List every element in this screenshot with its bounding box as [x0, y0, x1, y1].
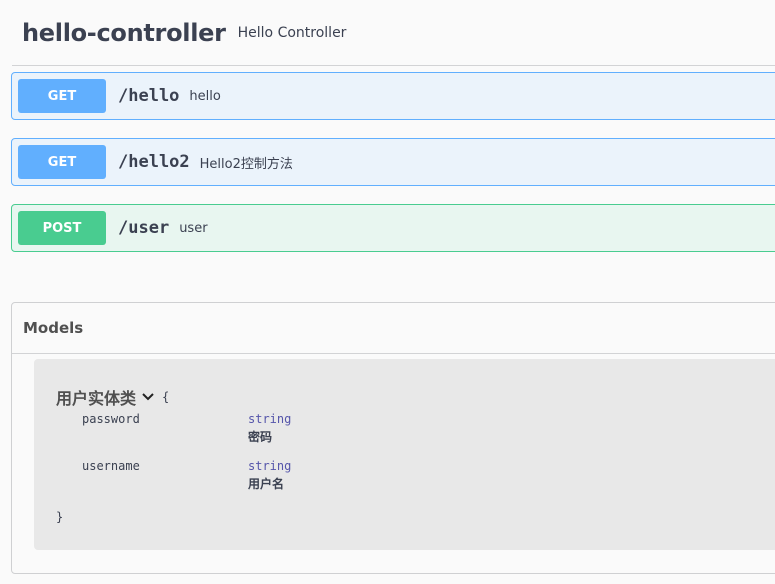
property-name-password: password: [82, 412, 140, 426]
property-type-username: string: [248, 459, 292, 473]
operation-get-hello2[interactable]: GET /hello2 Hello2控制方法: [11, 138, 775, 186]
operation-path: /hello: [118, 86, 180, 106]
tag-name: hello-controller: [22, 18, 226, 47]
operation-get-hello[interactable]: GET /hello hello: [11, 72, 775, 120]
operation-path: /hello2: [118, 152, 190, 172]
method-badge: POST: [18, 211, 106, 245]
models-title[interactable]: Models: [12, 303, 775, 354]
property-description-password: 密码: [248, 430, 273, 444]
model-name: 用户实体类: [56, 389, 137, 408]
operation-summary: Hello2控制方法: [199, 156, 293, 172]
model-header[interactable]: 用户实体类 {: [56, 385, 169, 409]
operation-path: /user: [118, 218, 170, 238]
method-badge: GET: [18, 145, 106, 179]
chevron-down-icon[interactable]: [142, 390, 154, 404]
operation-post-user[interactable]: POST /user user: [11, 204, 775, 252]
operation-summary: hello: [189, 88, 221, 104]
open-brace: {: [162, 390, 170, 404]
property-name-username: username: [82, 459, 140, 473]
tag-description: Hello Controller: [237, 24, 347, 41]
tag-header[interactable]: hello-controller Hello Controller: [12, 0, 775, 66]
models-section: Models 用户实体类 { password string 密码 userna…: [11, 302, 775, 574]
operation-summary: user: [179, 220, 208, 236]
close-brace: }: [56, 510, 64, 524]
property-description-username: 用户名: [248, 477, 285, 491]
model-box: 用户实体类 { password string 密码 username stri…: [34, 359, 775, 550]
property-type-password: string: [248, 412, 292, 426]
method-badge: GET: [18, 79, 106, 113]
